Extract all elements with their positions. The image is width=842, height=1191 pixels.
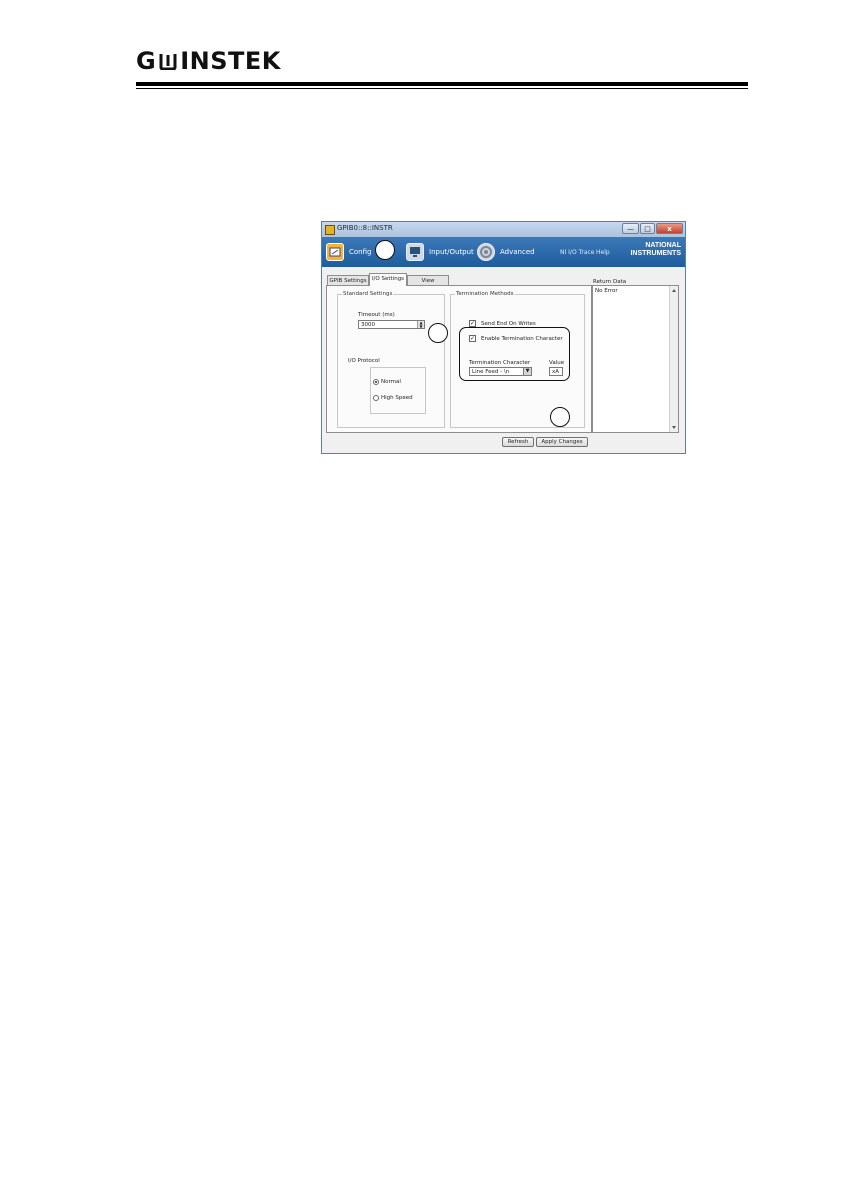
io-protocol-box: Normal High Speed <box>370 367 426 414</box>
refresh-button[interactable]: Refresh <box>502 437 534 447</box>
national-instruments-logo: NATIONAL INSTRUMENTS <box>619 242 681 262</box>
tab-view-attributes[interactable]: View Attributes <box>407 275 449 294</box>
timeout-spinner-icon[interactable]: ▲ ▼ <box>417 321 424 328</box>
timeout-input[interactable]: 3000 ▲ ▼ <box>358 320 425 329</box>
send-end-checkbox[interactable]: ✓ <box>469 320 476 327</box>
logo-letter-g: G <box>136 47 157 75</box>
logo-w-mark-icon <box>159 52 177 71</box>
ribbon-input-output-label: Input/Output <box>429 248 474 256</box>
callout-circle-termination <box>428 323 448 343</box>
radio-high-speed-label: High Speed <box>381 395 413 401</box>
standard-settings-group: Standard Settings Timeout (ms) 3000 ▲ ▼ I… <box>337 291 445 428</box>
return-data-scrollbar[interactable] <box>669 286 678 432</box>
apply-changes-button[interactable]: Apply Changes <box>536 437 588 447</box>
callout-circle-apply <box>550 407 570 427</box>
return-data-box: No Error <box>592 285 679 433</box>
configuration-icon <box>326 243 344 261</box>
window-titlebar[interactable]: GPIB0::8::INSTR — □ x <box>322 222 685 237</box>
ni-logo-line1: NATIONAL <box>645 242 681 249</box>
timeout-label: Timeout (ms) <box>358 312 395 318</box>
radio-normal-label: Normal <box>381 379 401 385</box>
ribbon-input-output[interactable]: Input/Output <box>406 241 474 263</box>
termination-highlight-frame <box>459 327 570 381</box>
header-rule-thin <box>136 88 748 89</box>
ribbon-configuration-label: Config <box>349 248 372 256</box>
callout-circle-io-tab <box>375 240 395 260</box>
monitor-icon <box>406 243 424 261</box>
ribbon-advanced-label: Advanced <box>500 248 535 256</box>
io-protocol-label: I/O Protocol <box>348 358 380 364</box>
tab-io-settings[interactable]: I/O Settings <box>369 273 407 286</box>
window-title: GPIB0::8::INSTR <box>337 224 393 232</box>
ribbon-advanced[interactable]: Advanced <box>477 241 535 263</box>
radio-high-speed[interactable] <box>373 395 379 401</box>
standard-settings-label: Standard Settings <box>342 291 394 297</box>
ni-io-trace-link[interactable]: NI I/O Trace <box>560 249 595 256</box>
gear-icon <box>477 243 495 261</box>
return-data-value: No Error <box>595 288 618 294</box>
timeout-value: 3000 <box>361 322 375 328</box>
radio-normal[interactable] <box>373 379 379 385</box>
ribbon-configuration[interactable]: Config <box>326 241 371 263</box>
termination-methods-label: Termination Methods <box>455 291 515 297</box>
app-icon <box>325 225 335 235</box>
ni-logo-line2: INSTRUMENTS <box>630 250 681 257</box>
help-link[interactable]: Help <box>596 249 610 256</box>
gw-instek-logo: G INSTEK <box>136 47 281 75</box>
minimize-button[interactable]: — <box>622 223 639 234</box>
tab-gpib-settings[interactable]: GPIB Settings <box>327 275 369 285</box>
logo-instek-text: INSTEK <box>180 47 281 75</box>
header-rule-thick <box>136 82 748 86</box>
maximize-button[interactable]: □ <box>640 223 655 234</box>
close-button[interactable]: x <box>656 223 683 234</box>
